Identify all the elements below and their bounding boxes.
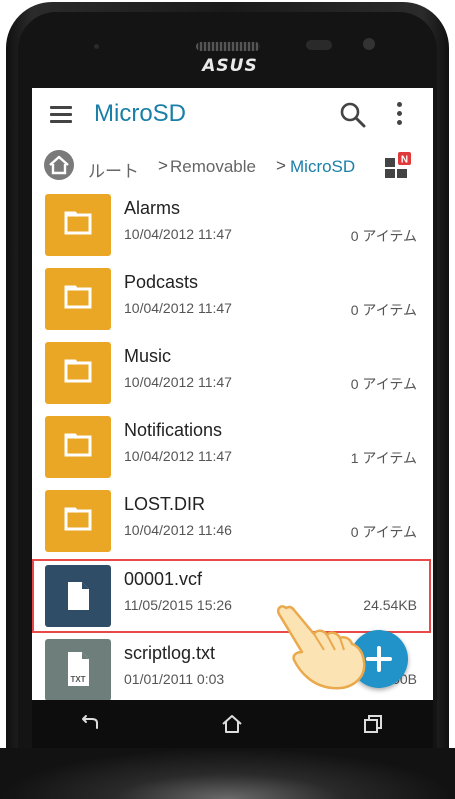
file-name: scriptlog.txt	[124, 643, 216, 663]
app-bar: MicroSD	[32, 88, 433, 142]
file-date: 01/01/2011 0:03	[124, 671, 225, 687]
file-date: 10/04/2012 11:47	[124, 374, 232, 390]
folder-icon	[64, 359, 92, 383]
breadcrumb-current[interactable]: MicroSD	[290, 157, 355, 177]
file-name: LOST.DIR	[124, 494, 206, 514]
file-date: 10/04/2012 11:47	[124, 226, 232, 242]
file-meta: 0 アイテム	[350, 524, 417, 540]
chevron-right-icon: >	[158, 156, 168, 175]
phone-chin	[0, 748, 455, 799]
txt-thumb: TXT	[45, 639, 111, 700]
proximity-sensor	[306, 40, 332, 50]
folder-thumb	[45, 342, 111, 404]
screen: MicroSD ルート > Removable > MicroSD N Alar…	[32, 88, 433, 700]
add-icon	[366, 646, 392, 672]
file-date: 10/04/2012 11:47	[124, 300, 232, 316]
file-meta: 24.54KB	[363, 597, 417, 613]
front-camera	[363, 38, 375, 50]
folder-icon	[64, 285, 92, 309]
front-sensor	[94, 44, 99, 49]
grid-view-icon[interactable]: N	[384, 152, 412, 180]
list-item-selected[interactable]: 00001.vcf 11/05/2015 15:26 24.54KB	[32, 559, 433, 633]
txt-file-icon	[68, 652, 89, 686]
file-date: 11/05/2015 15:26	[124, 597, 232, 613]
file-name: Notifications	[124, 420, 223, 440]
list-item[interactable]: LOST.DIR 10/04/2012 11:46 0 アイテム	[32, 484, 433, 558]
chevron-right-icon: >	[276, 156, 286, 175]
txt-badge: TXT	[70, 675, 86, 684]
earpiece-speaker	[196, 42, 260, 51]
folder-icon	[64, 433, 92, 457]
menu-icon[interactable]	[50, 106, 72, 124]
file-name: Music	[124, 346, 172, 366]
more-vert-icon[interactable]	[396, 102, 404, 128]
file-meta: 0 アイテム	[350, 302, 417, 318]
folder-thumb	[45, 416, 111, 478]
search-icon[interactable]	[339, 101, 367, 129]
android-nav-bar	[32, 700, 433, 748]
file-thumb	[45, 565, 111, 627]
file-name: Podcasts	[124, 272, 199, 292]
file-date: 10/04/2012 11:47	[124, 448, 232, 464]
file-meta: 0 アイテム	[350, 376, 417, 392]
folder-icon	[64, 211, 92, 235]
folder-thumb	[45, 490, 111, 552]
file-icon	[68, 582, 89, 610]
list-item[interactable]: Alarms 10/04/2012 11:47 0 アイテム	[32, 188, 433, 262]
file-date: 10/04/2012 11:46	[124, 522, 232, 538]
list-item[interactable]: Music 10/04/2012 11:47 0 アイテム	[32, 336, 433, 410]
recents-icon[interactable]	[359, 712, 385, 736]
file-name: 00001.vcf	[124, 569, 203, 589]
svg-text:N: N	[401, 155, 408, 166]
brand-logo: ASUS	[202, 56, 258, 76]
list-item[interactable]: Notifications 10/04/2012 11:47 1 アイテム	[32, 410, 433, 484]
add-button[interactable]	[350, 630, 408, 688]
list-item[interactable]: Podcasts 10/04/2012 11:47 0 アイテム	[32, 262, 433, 336]
breadcrumb-removable[interactable]: Removable	[170, 157, 256, 177]
folder-thumb	[45, 268, 111, 330]
home-nav-icon[interactable]	[219, 712, 245, 736]
breadcrumb-root[interactable]: ルート	[88, 157, 139, 182]
folder-icon	[64, 507, 92, 531]
breadcrumb: ルート > Removable > MicroSD N	[32, 146, 433, 186]
file-meta: 0 アイテム	[350, 228, 417, 244]
back-icon[interactable]	[77, 712, 103, 736]
home-icon[interactable]	[44, 150, 74, 180]
file-name: Alarms	[124, 198, 181, 218]
file-meta: 1 アイテム	[350, 450, 417, 466]
page-title: MicroSD	[94, 100, 187, 127]
folder-thumb	[45, 194, 111, 256]
